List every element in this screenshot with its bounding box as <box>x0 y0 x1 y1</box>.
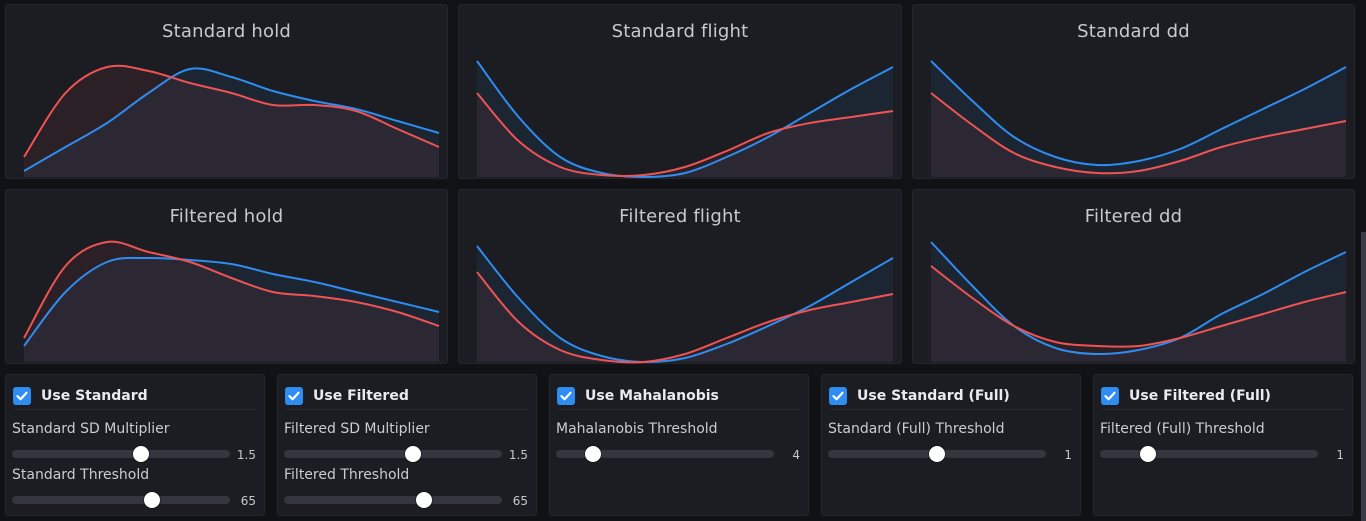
control-panel-filtered-full: Use Filtered (Full) Filtered (Full) Thre… <box>1093 374 1353 516</box>
slider-knob[interactable] <box>404 446 421 462</box>
control-header: Use Mahalanobis <box>557 383 800 410</box>
check-icon <box>288 391 300 401</box>
slider-label: Filtered SD Multiplier <box>284 421 430 437</box>
use-filtered-full-checkbox[interactable] <box>1101 387 1119 405</box>
checkbox-label: Use Filtered <box>313 388 409 404</box>
checkbox-label: Use Standard (Full) <box>857 388 1010 404</box>
filtered-full-threshold-slider[interactable] <box>1100 446 1318 462</box>
chart-standard-dd <box>930 60 1347 177</box>
series-1-area <box>477 272 893 363</box>
standard-threshold-slider[interactable] <box>12 492 230 508</box>
slider-knob[interactable] <box>143 492 160 508</box>
chart-panel-filtered-hold: Filtered hold <box>5 189 448 364</box>
control-panel-standard-full: Use Standard (Full) Standard (Full) Thre… <box>821 374 1081 516</box>
slider-knob[interactable] <box>929 446 945 462</box>
check-icon <box>1104 391 1116 401</box>
slider-value: 1.5 <box>508 448 528 462</box>
control-panel-mahalanobis: Use Mahalanobis Mahalanobis Threshold 4 <box>549 374 809 516</box>
chart-panel-filtered-flight: Filtered flight <box>458 189 902 364</box>
control-panel-filtered: Use Filtered Filtered SD Multiplier 1.5 … <box>277 374 537 516</box>
check-icon <box>560 391 572 401</box>
use-standard-full-checkbox[interactable] <box>829 387 847 405</box>
slider-value: 4 <box>792 448 800 462</box>
use-filtered-checkbox[interactable] <box>285 387 303 405</box>
page-scrollbar[interactable] <box>1361 232 1366 521</box>
check-icon <box>16 391 28 401</box>
filtered-sd-multiplier-slider[interactable] <box>284 446 502 462</box>
control-panel-standard: Use Standard Standard SD Multiplier 1.5 … <box>5 374 265 516</box>
chart-panel-standard-hold: Standard hold <box>5 4 448 179</box>
chart-panel-standard-flight: Standard flight <box>458 4 902 179</box>
slider-value: 1 <box>1336 448 1344 462</box>
slider-value: 1 <box>1064 448 1072 462</box>
mahalanobis-threshold-slider[interactable] <box>556 446 774 462</box>
use-mahalanobis-checkbox[interactable] <box>557 387 575 405</box>
control-header: Use Filtered <box>285 383 528 410</box>
standard-sd-multiplier-slider[interactable] <box>12 446 230 462</box>
checkbox-label: Use Mahalanobis <box>585 388 719 404</box>
slider-knob[interactable] <box>585 446 602 462</box>
checkbox-label: Use Standard <box>41 388 148 404</box>
slider-label: Filtered Threshold <box>284 467 410 483</box>
chart-filtered-dd <box>930 241 1347 362</box>
control-header: Use Standard (Full) <box>829 383 1072 410</box>
use-standard-checkbox[interactable] <box>13 387 31 405</box>
chart-panel-filtered-dd: Filtered dd <box>912 189 1355 364</box>
slider-value: 1.5 <box>236 448 256 462</box>
chart-standard-flight <box>476 60 894 179</box>
slider-value: 65 <box>240 494 256 508</box>
slider-value: 65 <box>512 494 528 508</box>
chart-standard-hold <box>23 64 440 177</box>
slider-label: Standard (Full) Threshold <box>828 421 1005 437</box>
filtered-threshold-slider[interactable] <box>284 492 502 508</box>
control-header: Use Standard <box>13 383 256 410</box>
slider-label: Mahalanobis Threshold <box>556 421 718 437</box>
chart-panel-standard-dd: Standard dd <box>912 4 1355 179</box>
chart-filtered-hold <box>23 240 440 362</box>
slider-label: Standard Threshold <box>12 467 150 483</box>
standard-full-threshold-slider[interactable] <box>828 446 1046 462</box>
slider-label: Standard SD Multiplier <box>12 421 170 437</box>
slider-knob[interactable] <box>415 492 432 508</box>
slider-knob[interactable] <box>1139 446 1156 462</box>
check-icon <box>832 391 844 401</box>
chart-filtered-flight <box>476 245 894 364</box>
slider-label: Filtered (Full) Threshold <box>1100 421 1265 437</box>
checkbox-label: Use Filtered (Full) <box>1129 388 1271 404</box>
control-header: Use Filtered (Full) <box>1101 383 1344 410</box>
slider-knob[interactable] <box>132 446 149 462</box>
